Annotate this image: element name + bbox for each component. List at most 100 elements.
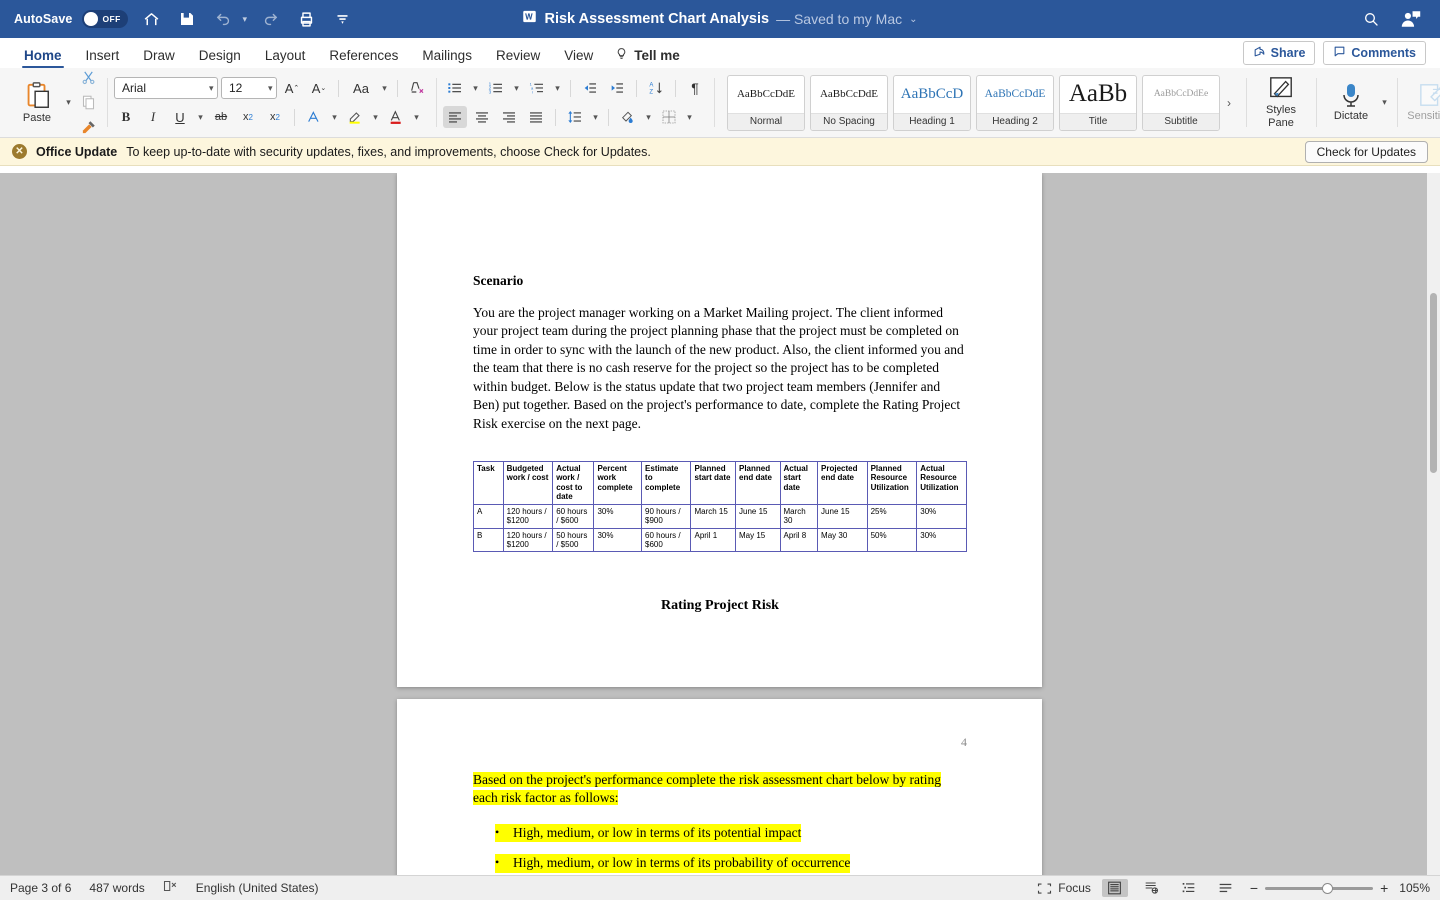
format-painter-icon[interactable] <box>76 117 100 139</box>
style-card-title[interactable]: AaBb Title <box>1059 74 1137 131</box>
style-card-normal[interactable]: AaBbCcDdE Normal <box>727 74 805 131</box>
undo-dropdown-caret[interactable]: ▾ <box>242 14 247 25</box>
tab-review[interactable]: Review <box>484 48 552 68</box>
styles-pane-button[interactable]: Styles Pane <box>1253 76 1309 129</box>
web-layout-view-button[interactable] <box>1139 879 1165 897</box>
sensitivity-button[interactable]: Sensitivity <box>1404 82 1440 122</box>
paste-dropdown-caret[interactable]: ▾ <box>63 97 74 108</box>
tell-me-button[interactable]: Tell me <box>605 47 690 68</box>
tab-references[interactable]: References <box>317 48 410 68</box>
copy-icon[interactable] <box>76 92 100 114</box>
document-page-2[interactable]: 4 Based on the project's performance com… <box>397 699 1042 875</box>
decrease-indent-icon[interactable] <box>578 77 602 99</box>
superscript-button[interactable]: x2 <box>263 106 287 128</box>
highlight-color-icon[interactable] <box>343 106 367 128</box>
multilevel-list-caret[interactable]: ▾ <box>552 83 563 94</box>
change-case-icon[interactable]: Aa <box>346 77 376 99</box>
paste-button[interactable]: Paste <box>11 81 63 124</box>
multilevel-list-icon[interactable]: 1ai <box>525 77 549 99</box>
home-icon[interactable] <box>138 6 164 32</box>
draft-view-button[interactable] <box>1213 879 1239 897</box>
text-effects-caret[interactable]: ▾ <box>329 112 340 123</box>
font-color-caret[interactable]: ▾ <box>411 112 422 123</box>
align-center-button[interactable] <box>470 106 494 128</box>
tab-layout[interactable]: Layout <box>253 48 318 68</box>
bullet-list-icon[interactable] <box>443 77 467 99</box>
table-row[interactable]: B 120 hours / $1200 50 hours / $500 30% … <box>473 527 967 553</box>
shading-icon[interactable] <box>616 106 640 128</box>
subscript-button[interactable]: x2 <box>236 106 260 128</box>
account-icon[interactable] <box>1398 6 1424 32</box>
highlight-caret[interactable]: ▾ <box>370 112 381 123</box>
search-icon[interactable] <box>1358 6 1384 32</box>
line-spacing-icon[interactable] <box>563 106 587 128</box>
table-row[interactable]: A 120 hours / $1200 60 hours / $600 30% … <box>473 503 967 529</box>
borders-caret[interactable]: ▾ <box>684 112 695 123</box>
comments-button[interactable]: Comments <box>1323 41 1426 65</box>
check-for-updates-button[interactable]: Check for Updates <box>1304 140 1428 163</box>
scrollbar-thumb[interactable] <box>1430 293 1437 473</box>
grow-font-icon[interactable]: A ⌃ <box>280 77 304 99</box>
zoom-track[interactable] <box>1265 882 1374 894</box>
tab-home[interactable]: Home <box>12 48 74 68</box>
style-card-heading-2[interactable]: AaBbCcDdE Heading 2 <box>976 74 1054 131</box>
shading-caret[interactable]: ▾ <box>643 112 654 123</box>
style-card-subtitle[interactable]: AaBbCcDdEe Subtitle <box>1142 74 1220 131</box>
dictate-button[interactable]: Dictate <box>1323 82 1379 122</box>
numbered-list-icon[interactable]: 123 <box>484 77 508 99</box>
italic-button[interactable]: I <box>141 106 165 128</box>
underline-caret[interactable]: ▾ <box>195 112 206 123</box>
underline-button[interactable]: U <box>168 106 192 128</box>
zoom-slider[interactable]: − + <box>1250 880 1388 896</box>
page-indicator[interactable]: Page 3 of 6 <box>10 881 71 895</box>
customize-toolbar-icon[interactable] <box>329 6 355 32</box>
cut-icon[interactable] <box>76 67 100 89</box>
language-indicator[interactable]: English (United States) <box>196 881 319 895</box>
styles-gallery-more-button[interactable]: › <box>1225 96 1233 110</box>
print-layout-view-button[interactable] <box>1101 879 1128 897</box>
line-spacing-caret[interactable]: ▾ <box>590 112 601 123</box>
justify-button[interactable] <box>524 106 548 128</box>
bullet-list-caret[interactable]: ▾ <box>470 83 481 94</box>
font-size-select[interactable]: 12 ▾ <box>221 77 277 99</box>
tab-design[interactable]: Design <box>187 48 253 68</box>
increase-indent-icon[interactable] <box>605 77 629 99</box>
sort-icon[interactable]: AZ <box>644 77 668 99</box>
align-right-button[interactable] <box>497 106 521 128</box>
align-left-button[interactable] <box>443 106 467 128</box>
clear-formatting-icon[interactable] <box>405 77 429 99</box>
tab-insert[interactable]: Insert <box>74 48 132 68</box>
share-button[interactable]: Share <box>1242 41 1316 65</box>
vertical-scrollbar[interactable] <box>1427 173 1440 875</box>
saved-status-caret[interactable]: ⌄ <box>909 14 917 25</box>
strikethrough-button[interactable]: ab <box>209 106 233 128</box>
font-name-select[interactable]: Arial ▾ <box>114 77 218 99</box>
autosave-toggle[interactable]: OFF <box>82 10 129 28</box>
dictate-caret[interactable]: ▾ <box>1379 97 1390 108</box>
style-card-heading-1[interactable]: AaBbCcD Heading 1 <box>893 74 971 131</box>
print-icon[interactable] <box>293 6 319 32</box>
redo-icon[interactable] <box>257 6 283 32</box>
numbered-list-caret[interactable]: ▾ <box>511 83 522 94</box>
zoom-out-button[interactable]: − <box>1250 880 1258 896</box>
borders-icon[interactable] <box>657 106 681 128</box>
status-update-table[interactable]: Task Budgeted work / cost Actual work / … <box>473 460 967 553</box>
zoom-thumb[interactable] <box>1322 882 1334 894</box>
zoom-level[interactable]: 105% <box>1399 881 1430 895</box>
text-effects-icon[interactable] <box>302 106 326 128</box>
proofing-errors-icon[interactable] <box>163 879 178 898</box>
save-icon[interactable] <box>174 6 200 32</box>
word-count[interactable]: 487 words <box>89 881 144 895</box>
tab-draw[interactable]: Draw <box>131 48 187 68</box>
shrink-font-icon[interactable]: A ⌄ <box>307 77 331 99</box>
change-case-caret[interactable]: ▾ <box>379 83 390 94</box>
font-color-icon[interactable] <box>384 106 408 128</box>
bold-button[interactable]: B <box>114 106 138 128</box>
tab-mailings[interactable]: Mailings <box>410 48 484 68</box>
tab-view[interactable]: View <box>552 48 605 68</box>
document-page-1[interactable]: Scenario You are the project manager wor… <box>397 173 1042 687</box>
show-formatting-marks-icon[interactable]: ¶ <box>683 77 707 99</box>
document-canvas[interactable]: Scenario You are the project manager wor… <box>0 173 1440 875</box>
undo-icon[interactable] <box>210 6 236 32</box>
focus-button[interactable]: Focus <box>1037 881 1091 895</box>
